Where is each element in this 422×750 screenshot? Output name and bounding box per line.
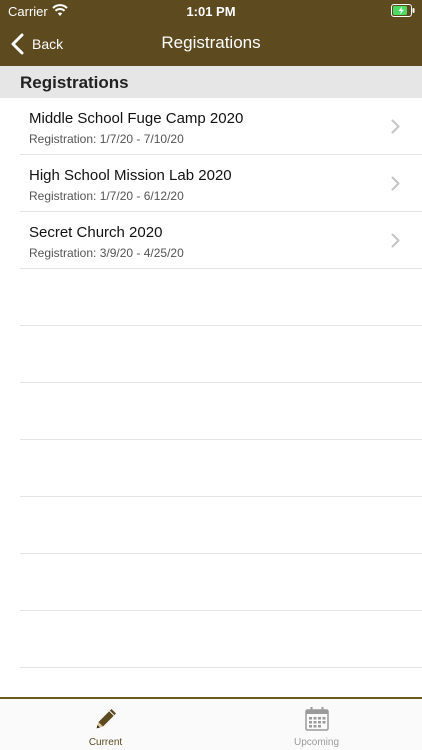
app-header: Carrier 1:01 PM Back Registrations — [0, 0, 422, 66]
tab-upcoming[interactable]: Upcoming — [211, 699, 422, 750]
empty-row-divider — [20, 269, 422, 326]
empty-row-divider — [20, 497, 422, 554]
list-item[interactable]: Middle School Fuge Camp 2020 Registratio… — [20, 98, 422, 155]
pencil-icon — [96, 709, 116, 729]
empty-row-divider — [20, 554, 422, 611]
registrations-list: Middle School Fuge Camp 2020 Registratio… — [0, 98, 422, 668]
chevron-right-icon — [391, 176, 400, 191]
status-bar: Carrier 1:01 PM — [0, 0, 422, 22]
registration-dates: Registration: 3/9/20 - 4/25/20 — [29, 246, 184, 260]
calendar-icon — [305, 707, 329, 731]
tab-current[interactable]: Current — [0, 699, 211, 750]
empty-row-divider — [20, 611, 422, 668]
registration-dates: Registration: 1/7/20 - 6/12/20 — [29, 189, 184, 203]
list-item[interactable]: Secret Church 2020 Registration: 3/9/20 … — [20, 212, 422, 269]
status-time: 1:01 PM — [186, 4, 236, 19]
tab-bar: Current Upcoming — [0, 697, 422, 750]
tab-label: Current — [88, 737, 123, 748]
page-title: Registrations — [161, 33, 261, 52]
registration-dates: Registration: 1/7/20 - 7/10/20 — [29, 132, 184, 146]
registration-title: Middle School Fuge Camp 2020 — [29, 110, 244, 127]
battery-charging-icon — [391, 4, 415, 17]
empty-row-divider — [20, 383, 422, 440]
empty-row-divider — [20, 440, 422, 497]
section-header: Registrations — [0, 66, 422, 98]
tab-label: Upcoming — [293, 737, 340, 748]
navigation-bar: Back Registrations — [0, 22, 422, 66]
registration-title: Secret Church 2020 — [29, 224, 163, 241]
chevron-right-icon — [391, 233, 400, 248]
registration-title: High School Mission Lab 2020 — [29, 167, 232, 184]
list-item[interactable]: High School Mission Lab 2020 Registratio… — [20, 155, 422, 212]
section-title: Registrations — [20, 73, 129, 92]
chevron-right-icon — [391, 119, 400, 134]
empty-row-divider — [20, 326, 422, 383]
